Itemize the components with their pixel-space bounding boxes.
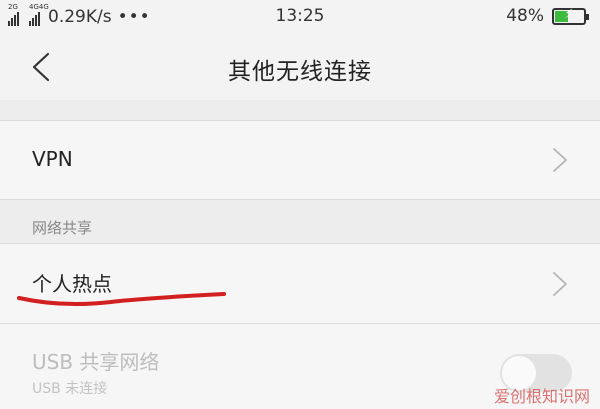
usb-status-text: USB 未连接 xyxy=(32,381,108,397)
page-title: 其他无线连接 xyxy=(228,59,372,85)
chevron-right-icon xyxy=(553,272,567,296)
chevron-right-icon xyxy=(553,148,567,172)
watermark: 爱创根知识网 xyxy=(493,387,590,406)
usb-tethering-label: USB 共享网络 xyxy=(32,350,160,374)
divider xyxy=(0,199,600,200)
vpn-label: VPN xyxy=(32,147,73,171)
vpn-row[interactable]: VPN xyxy=(0,121,600,199)
status-right: 48% ⚡ xyxy=(506,6,589,26)
nav-bar: 其他无线连接 xyxy=(0,34,600,100)
section-header-tethering: 网络共享 xyxy=(32,219,93,237)
battery-icon: ⚡ xyxy=(552,6,589,25)
charging-icon: ⚡ xyxy=(564,6,574,22)
annotation-underline xyxy=(17,292,226,307)
status-bar: 2G 4G4G 0.29K/s ••• 13:25 48% ⚡ xyxy=(0,0,600,34)
battery-percent: 48% xyxy=(506,6,544,26)
